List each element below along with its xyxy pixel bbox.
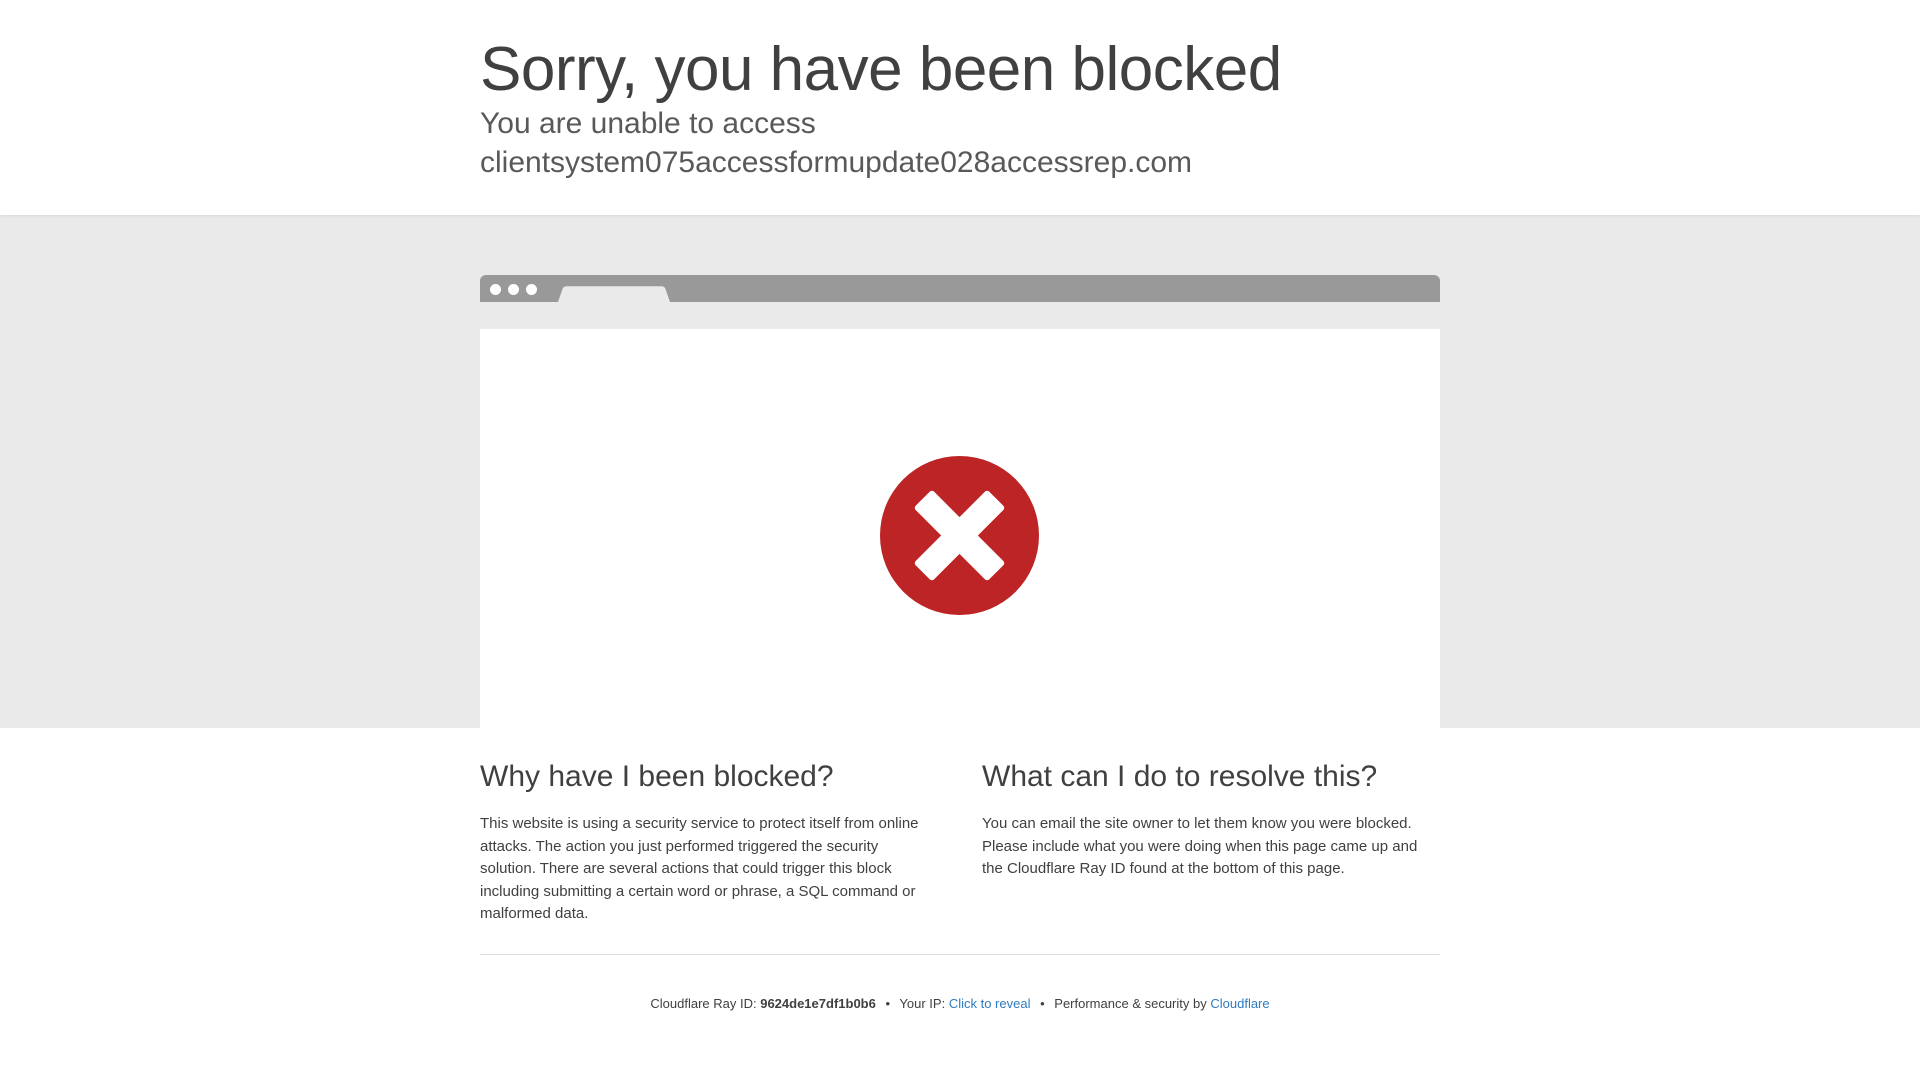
- reveal-ip-link[interactable]: Click to reveal: [949, 996, 1031, 1011]
- why-blocked-heading: Why have I been blocked?: [480, 760, 834, 793]
- cloudflare-link[interactable]: Cloudflare: [1210, 996, 1269, 1011]
- subtitle-prefix: You are unable to access: [480, 107, 816, 140]
- page-title: Sorry, you have been blocked: [480, 35, 1282, 104]
- ip-label: Your IP:: [899, 996, 946, 1011]
- resolve-heading: What can I do to resolve this?: [982, 760, 1378, 793]
- resolve-column: What can I do to resolve this? You can e…: [982, 755, 1440, 926]
- page-header: Sorry, you have been blocked You are una…: [0, 0, 1920, 215]
- browser-illustration: [480, 275, 1440, 729]
- ray-id-value: 9624de1e7df1b0b6: [760, 996, 876, 1011]
- window-dot-icon: [508, 284, 519, 295]
- resolve-text: You can email the site owner to let them…: [982, 815, 1418, 877]
- why-blocked-text: This website is using a security service…: [480, 815, 919, 922]
- ray-id-label: Cloudflare Ray ID:: [650, 996, 757, 1011]
- window-dot-icon: [490, 284, 501, 295]
- why-blocked-column: Why have I been blocked? This website is…: [480, 755, 938, 926]
- explanation-section: Why have I been blocked? This website is…: [480, 755, 1440, 926]
- browser-viewport: [480, 329, 1440, 729]
- blocked-x-icon: [880, 456, 1039, 615]
- browser-address-bar: [480, 302, 1440, 329]
- browser-title-bar: [480, 275, 1440, 302]
- browser-tab: [558, 286, 670, 302]
- footer-divider: [480, 954, 1440, 955]
- footer-separator: •: [885, 996, 891, 1011]
- page-subtitle: You are unable to access clientsystem075…: [480, 104, 1440, 182]
- footer: Cloudflare Ray ID: 9624de1e7df1b0b6 • Yo…: [480, 995, 1440, 1013]
- footer-separator: •: [1040, 996, 1045, 1011]
- window-dot-icon: [526, 284, 537, 295]
- blocked-domain: clientsystem075accessformupdate028access…: [480, 146, 1193, 179]
- performance-label: Performance & security by: [1054, 996, 1207, 1011]
